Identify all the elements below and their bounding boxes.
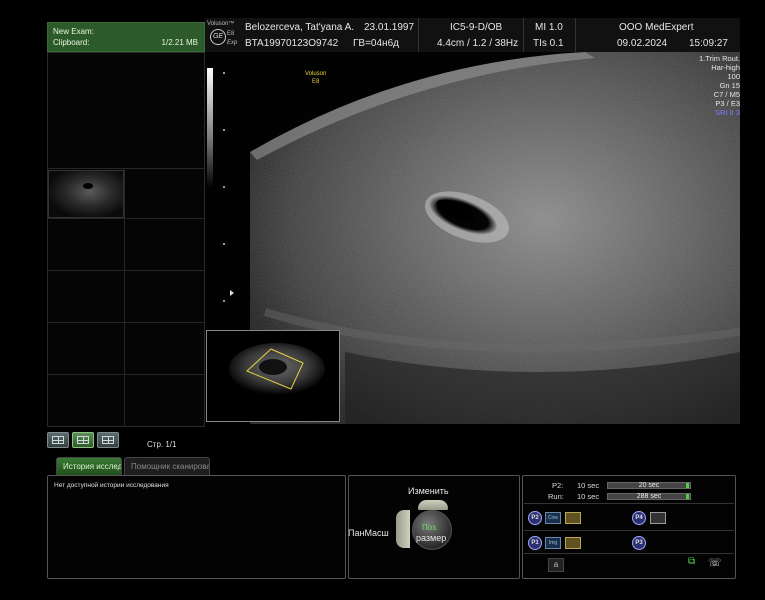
exam-title: New Exam: [53, 27, 94, 36]
tab-exam-history[interactable]: История исследований [56, 457, 122, 475]
network-icon[interactable]: ⧉ [688, 556, 700, 570]
folder-icon[interactable] [565, 512, 581, 524]
clipboard-thumbnail[interactable] [48, 170, 124, 218]
p4-button[interactable]: P4 [632, 511, 646, 525]
image-store-icon[interactable]: Img [545, 537, 561, 549]
layout-3x3-button[interactable] [97, 432, 119, 448]
phone-icon[interactable]: ☏ [708, 556, 722, 570]
system-mode: E8 [227, 31, 235, 37]
settings-color-map: C7 / M5 [713, 90, 740, 99]
p2-duration-value: 20 sec [638, 482, 660, 489]
settings-harmonic: Har-high [711, 63, 740, 72]
p2-button[interactable]: P2 [528, 511, 542, 525]
gestational-age: ГВ=04н6д [353, 38, 399, 49]
vendor-name: Voluson™ [207, 21, 235, 27]
tab-scan-assistant[interactable]: Помощник сканирования [124, 457, 210, 475]
exam-time: 15:09:27 [689, 38, 728, 49]
settings-sri: SRI II 3 [714, 108, 740, 117]
settings-gain: Gn 15 [719, 81, 740, 90]
trackball-size-label: размер [416, 533, 447, 543]
birth-date: 23.01.1997 [364, 22, 415, 33]
patient-name: Belozerceva, Tat'yana A. [245, 22, 355, 33]
settings-preset: 1.Trim Rout. [699, 54, 740, 63]
page-indicator: Стр. 1/1 [147, 440, 177, 449]
settings-persistence: P3 / E3 [715, 99, 740, 108]
run-time: 10 sec [577, 492, 600, 501]
p1-button[interactable]: P1 [528, 536, 542, 550]
layout-grid-large-icon [102, 436, 114, 444]
layout-1x1-button[interactable] [47, 432, 69, 448]
p2-duration-bar[interactable]: 20 sec [607, 482, 691, 489]
trackball-left-key[interactable] [396, 510, 410, 548]
history-empty-message: Нет доступной истории исследования [54, 482, 169, 489]
image-vendor-label: Voluson E8 [305, 71, 327, 85]
thermal-index: TIs 0.1 [533, 38, 564, 49]
p2-label: P2: [552, 481, 564, 490]
p2-time: 10 sec [577, 481, 600, 490]
run-duration-value: 288 sec [636, 493, 662, 500]
trackball-pan-zoom-button[interactable]: ПанМасш [348, 528, 389, 538]
patient-id: BTA19970123O9742 [245, 38, 339, 49]
printer-icon[interactable] [650, 512, 666, 524]
settings-dynamic: 100 [727, 72, 740, 81]
layout-2x2-button[interactable] [72, 432, 94, 448]
trackball-position-label: Поз. [422, 523, 438, 532]
run-duration-bar[interactable]: 288 sec [607, 493, 691, 500]
exam-header: New Exam: Clipboard: 1/2.21 MB [47, 22, 205, 52]
focus-marker-icon [230, 290, 234, 296]
run-label: Run: [548, 492, 564, 501]
p3-button[interactable]: P3 [632, 536, 646, 550]
reference-mini-view[interactable] [206, 330, 340, 422]
probe-name: IC5-9-D/OB [450, 22, 503, 33]
trackball-change-button[interactable]: Изменить [408, 486, 449, 496]
folder-image-icon[interactable] [565, 537, 581, 549]
expert-label: Exp [227, 40, 238, 46]
imaging-settings: 1.Trim Rout. Har-high 100 Gn 15 C7 / M5 … [675, 54, 740, 117]
trackball-top-key[interactable] [418, 500, 448, 510]
layout-grid-icon [77, 436, 89, 444]
grayscale-bar [207, 68, 213, 188]
mini-view-image [229, 343, 325, 395]
clipboard-size: 1/2.21 MB [161, 38, 198, 47]
clinic-name: OOO MedExpert [619, 22, 694, 33]
mechanical-index: MI 1.0 [535, 22, 563, 33]
history-panel [47, 475, 346, 579]
ge-logo-icon: GE [210, 29, 226, 45]
layout-single-icon [52, 436, 64, 444]
exam-date: 09.02.2024 [617, 38, 668, 49]
keyboard-letter-a[interactable]: a [548, 558, 564, 572]
depth-info: 4.4cm / 1.2 / 38Hz [437, 38, 519, 49]
cine-store-icon[interactable]: Cine [545, 512, 561, 524]
